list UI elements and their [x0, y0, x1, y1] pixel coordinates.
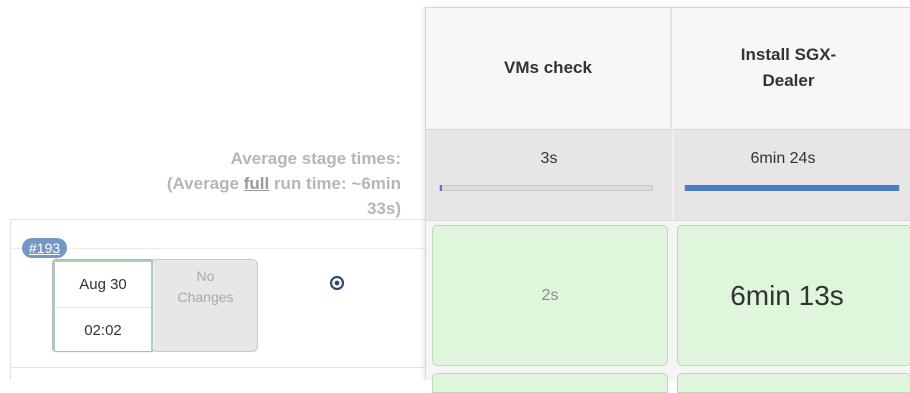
stage-view-table: VMs check Install SGX-Dealer 3s 6min 24s… — [425, 7, 910, 393]
stage-header-label: VMs check — [504, 58, 592, 77]
avg-time: 3s — [540, 150, 558, 167]
build-time: 02:02 — [84, 322, 122, 339]
avg-progress-track — [684, 185, 900, 191]
changes-card[interactable]: No Changes — [154, 259, 258, 352]
average-stage-times-label: Average stage times: (Average full run t… — [40, 146, 401, 221]
stage-result-next-row[interactable] — [432, 373, 668, 393]
stage-header-label: Install SGX-Dealer — [740, 45, 837, 90]
stage-result-install-sgx-dealer[interactable]: 6min 13s — [677, 225, 910, 366]
avg-full-prefix: (Average — [166, 174, 244, 193]
build-date-inner: Aug 30 02:02 — [53, 260, 153, 351]
avg-progress-track — [439, 185, 653, 191]
row-divider — [10, 248, 425, 249]
avg-full-last: 33s) — [366, 199, 401, 218]
changes-line-1: No — [196, 268, 215, 284]
avg-cell-install-sgx-dealer: 6min 24s — [674, 130, 910, 220]
stage-header-install-sgx-dealer: Install SGX-Dealer — [674, 8, 910, 128]
avg-stage-times-text: Average stage times: — [230, 149, 401, 168]
avg-progress-fill — [685, 185, 899, 191]
column-divider — [10, 219, 11, 379]
build-number-link[interactable]: #193 — [22, 238, 68, 258]
avg-full-run-time-text: (Average full run time: ~6min — [40, 171, 401, 196]
build-date-card[interactable]: Aug 30 02:02 — [52, 259, 155, 352]
build-date: Aug 30 — [79, 276, 127, 293]
avg-cell-vms-check: 3s — [426, 130, 674, 220]
stage-result-next-row[interactable] — [677, 373, 910, 393]
date-separator — [55, 307, 151, 308]
avg-full-suffix: run time: ~6min — [269, 174, 401, 193]
avg-time: 6min 24s — [750, 150, 816, 167]
row-divider — [10, 367, 425, 368]
full-run-link[interactable]: full — [244, 174, 270, 193]
avg-progress-fill — [440, 185, 443, 191]
row-divider — [10, 219, 425, 220]
stage-result-vms-check[interactable]: 2s — [432, 225, 668, 366]
stage-header-vms-check: VMs check — [426, 8, 672, 128]
average-times-row: 3s 6min 24s — [426, 129, 910, 221]
info-circle-icon[interactable] — [330, 276, 344, 290]
changes-line-2: Changes — [177, 289, 234, 305]
